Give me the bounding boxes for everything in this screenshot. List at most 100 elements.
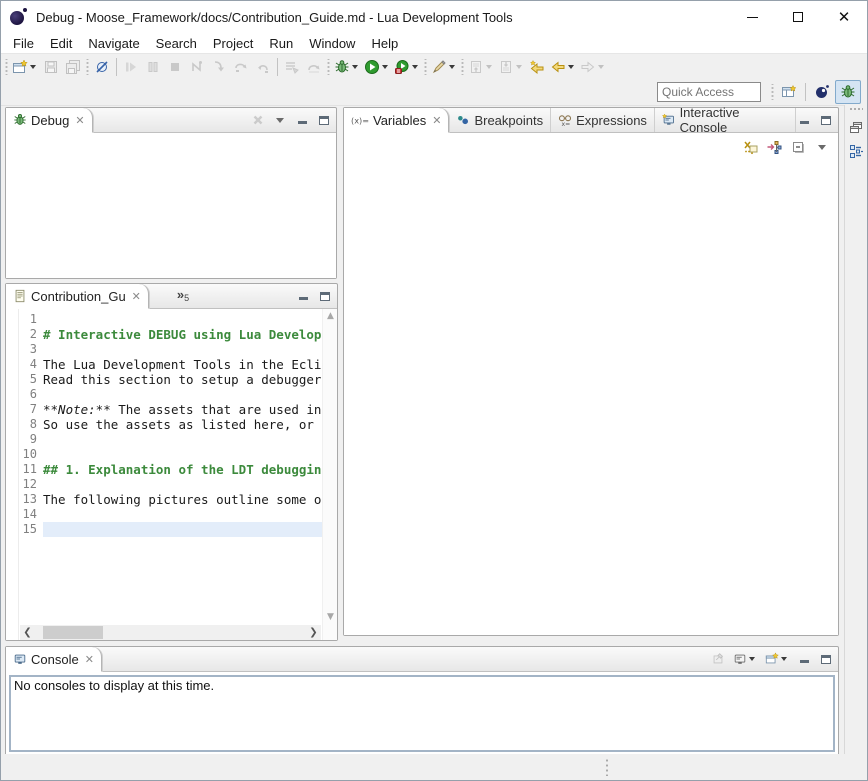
debug-perspective-button[interactable] [835,80,861,104]
back-dropdown[interactable] [568,65,574,69]
tab-interactive-console[interactable]: Interactive Console [655,108,796,132]
toolbar-drag-handle[interactable] [460,59,465,75]
editor-minimize-button[interactable] [295,288,311,304]
minimize-button[interactable] [729,1,775,33]
variables-maximize-button[interactable] [818,112,834,128]
display-console-dropdown[interactable] [749,657,755,661]
toolbar-drag-handle[interactable] [326,59,331,75]
tab-expressions[interactable]: x= Expressions [551,108,655,132]
hscroll-thumb[interactable] [43,626,103,639]
collapse-all-button[interactable] [790,139,806,155]
menu-edit[interactable]: Edit [42,34,80,53]
next-annotation-dropdown[interactable] [486,65,492,69]
remove-terminated-button[interactable] [250,112,266,128]
forward-dropdown[interactable] [598,65,604,69]
trim-drag-handle[interactable] [849,107,863,111]
save-button[interactable] [40,56,62,78]
editor-vertical-scrollbar[interactable]: ▲ ▼ [322,309,337,640]
previous-annotation-button[interactable] [496,56,526,78]
step-return-button[interactable] [252,56,274,78]
run-dropdown[interactable] [382,65,388,69]
tab-debug[interactable]: Debug ✕ [6,108,93,133]
step-over-button[interactable] [230,56,252,78]
previous-annotation-dropdown[interactable] [516,65,522,69]
step-into-button[interactable] [208,56,230,78]
debug-maximize-button[interactable] [316,112,332,128]
toolbar-drag-handle[interactable] [770,84,775,100]
show-logical-structures-button[interactable] [766,139,782,155]
tab-breakpoints[interactable]: Breakpoints [449,108,551,132]
tab-variables[interactable]: (x)= Variables ✕ [344,108,449,133]
show-type-names-button[interactable] [742,139,758,155]
profile-dropdown[interactable] [412,65,418,69]
console-minimize-button[interactable] [796,651,812,667]
editor-line[interactable]: 10 [19,447,322,462]
variables-minimize-button[interactable] [796,112,812,128]
profile-button[interactable] [392,56,422,78]
display-selected-console-button[interactable] [732,651,758,667]
editor-line[interactable]: 7**Note:** The assets that are used in [19,402,322,417]
editor-horizontal-scrollbar[interactable]: ❮ ❯ [20,625,321,640]
last-edit-location-button[interactable] [526,56,548,78]
console-maximize-button[interactable] [818,651,834,667]
debug-dropdown[interactable] [352,65,358,69]
menu-window[interactable]: Window [301,34,363,53]
restore-views-button[interactable] [848,119,864,135]
scroll-left-icon[interactable]: ❮ [20,627,35,638]
open-console-button[interactable] [764,651,790,667]
editor-line[interactable]: 8So use the assets as listed here, or [19,417,322,432]
tab-debug-close-icon[interactable]: ✕ [75,114,84,127]
editor-line[interactable]: 14 [19,507,322,522]
new-wizard-button[interactable] [10,56,40,78]
external-tools-button[interactable] [429,56,459,78]
external-tools-dropdown[interactable] [449,65,455,69]
run-button[interactable] [362,56,392,78]
editor-text-area[interactable]: 12# Interactive DEBUG using Lua Developm… [19,309,322,640]
editor-line[interactable]: 13The following pictures outline some o [19,492,322,507]
menu-search[interactable]: Search [148,34,205,53]
maximize-button[interactable] [775,1,821,33]
menu-run[interactable]: Run [261,34,301,53]
console-message-area[interactable]: No consoles to display at this time. [9,675,835,752]
variables-view-menu-button[interactable] [814,139,830,155]
skip-all-breakpoints-button[interactable] [91,56,113,78]
close-button[interactable]: ✕ [821,1,867,33]
save-all-button[interactable] [62,56,84,78]
back-button[interactable] [548,56,578,78]
debug-view-content[interactable] [6,133,336,278]
tab-console[interactable]: Console ✕ [6,647,102,672]
tab-variables-close-icon[interactable]: ✕ [432,114,441,127]
use-step-filters-button[interactable] [281,56,303,78]
quick-access-input[interactable] [657,82,761,102]
editor-line[interactable]: 2# Interactive DEBUG using Lua Developme [19,327,322,342]
scroll-down-icon[interactable]: ▼ [323,610,337,624]
new-wizard-dropdown[interactable] [30,65,36,69]
terminate-button[interactable] [164,56,186,78]
pin-console-button[interactable] [710,651,726,667]
menu-help[interactable]: Help [363,34,406,53]
editor-line[interactable]: 1 [19,312,322,327]
next-annotation-button[interactable] [466,56,496,78]
scroll-up-icon[interactable]: ▲ [323,309,337,323]
editor-line[interactable]: 12 [19,477,322,492]
open-perspective-button[interactable] [776,80,802,104]
outline-view-button[interactable] [848,143,864,159]
editor-line[interactable]: 3 [19,342,322,357]
scroll-right-icon[interactable]: ❯ [306,627,321,638]
tab-console-close-icon[interactable]: ✕ [85,653,94,666]
forward-button[interactable] [578,56,608,78]
editor-maximize-button[interactable] [317,288,333,304]
toolbar-drag-handle[interactable] [4,59,9,75]
debug-minimize-button[interactable] [294,112,310,128]
status-drag-handle[interactable] [605,758,609,776]
editor-line[interactable]: 4The Lua Development Tools in the Ecli [19,357,322,372]
open-console-dropdown[interactable] [781,657,787,661]
tab-contribution-guide-close-icon[interactable]: ✕ [132,290,141,303]
annotation-ruler[interactable] [6,309,19,640]
editor-line[interactable]: 5Read this section to setup a debugger [19,372,322,387]
editor-line[interactable]: 15 [19,522,322,537]
toolbar-drag-handle[interactable] [423,59,428,75]
debug-button[interactable] [332,56,362,78]
toolbar-drag-handle[interactable] [85,59,90,75]
variables-content[interactable] [344,160,838,635]
